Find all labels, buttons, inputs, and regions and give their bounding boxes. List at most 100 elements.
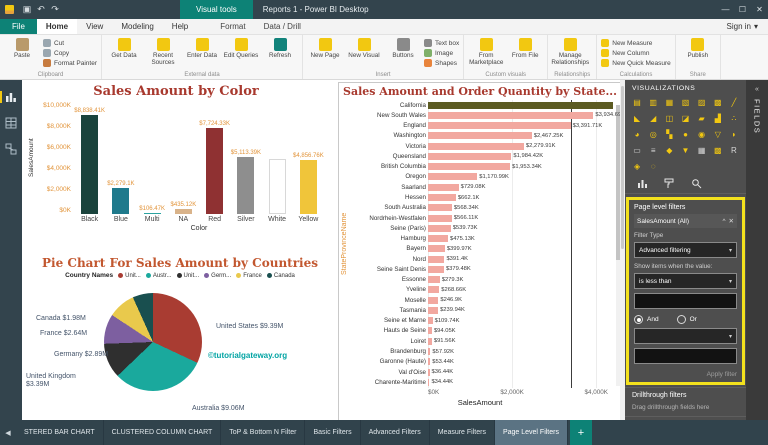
card-icon[interactable]: ▭ [629,143,645,158]
ribbon-get-data-button[interactable]: Get Data [106,37,142,59]
canvas-scrollbar[interactable] [620,80,625,420]
ribbon-from-marketplace-button[interactable]: From Marketplace [468,37,504,66]
canvas-scrollbar-thumb[interactable] [621,86,624,250]
bar-chart-visual[interactable]: Sales Amount and Order Quantity by State… [338,82,620,420]
bar-row-seine-paris[interactable]: Seine (Paris) $539.73K [352,223,613,233]
100-stacked-bar-chart-icon[interactable]: ▨ [694,95,710,110]
ribbon-copy-button[interactable]: Copy [43,49,97,57]
menu-item-data-drill[interactable]: Data / Drill [255,19,310,34]
visual-tools-tab[interactable]: Visual tools [180,0,253,19]
minimize-button[interactable]: — [717,0,734,19]
ribbon-text-box-button[interactable]: Text box [424,39,459,47]
bar-row-bayern[interactable]: Bayern $399.97K [352,244,613,254]
bar-row-essonne[interactable]: Essonne $279.3K [352,275,613,285]
ribbon-format-painter-button[interactable]: Format Painter [43,59,97,67]
menu-item-help[interactable]: Help [163,19,197,34]
column-chart-visual[interactable]: Sales Amount by Color SalesAmount $10,00… [28,84,324,254]
report-page[interactable]: Sales Amount by Color SalesAmount $10,00… [22,80,620,420]
stacked-bar-chart-icon[interactable]: ▤ [629,95,645,110]
page-tab-stered-bar-chart[interactable]: STERED BAR CHART [16,420,104,445]
column-bar-blue[interactable]: $2,279.1K [105,102,136,214]
maximize-button[interactable]: ☐ [734,0,751,19]
funnel-chart-icon[interactable]: ▽ [710,127,726,142]
scroll-tabs-left-icon[interactable]: ◀ [0,420,16,445]
menu-item-view[interactable]: View [77,19,112,34]
expand-fields-icon[interactable]: « [755,86,759,93]
legend-item-canada[interactable]: Canada [266,273,295,279]
donut-chart-icon[interactable]: ◎ [645,127,661,142]
sign-in-button[interactable]: Sign in ▾ [727,19,768,34]
multi-row-card-icon[interactable]: ≡ [645,143,661,158]
file-menu-button[interactable]: File [0,19,37,34]
bar-row-brandenburg[interactable]: Brandenburg $57.92K [352,346,613,356]
condition2-value-input[interactable] [634,348,737,364]
bar-row-tasmania[interactable]: Tasmania $239.94K [352,305,613,315]
bar-row-south-australia[interactable]: South Australia $568.34K [352,203,613,213]
scatter-chart-icon[interactable]: ∴ [726,111,742,126]
ribbon-image-button[interactable]: Image [424,49,459,57]
legend-item-france[interactable]: France [236,273,262,279]
bar-row-seine-saint-denis[interactable]: Seine Saint Denis $379.48K [352,264,613,274]
table-icon[interactable]: ▦ [694,143,710,158]
legend-item-unit[interactable]: Unit... [118,273,141,279]
condition2-select[interactable]: ▾ [634,328,737,344]
ribbon-refresh-button[interactable]: Refresh [262,37,298,59]
custom-visual-icon[interactable]: ◈ [629,159,645,174]
apply-filter-button[interactable]: Apply filter [634,367,737,378]
bar-row-victoria[interactable]: Victoria $2,279.91K [352,141,613,151]
redo-icon[interactable]: ↷ [48,4,62,15]
ribbon-buttons-button[interactable]: Buttons [385,37,421,59]
remove-filter-icon[interactable]: ✕ [729,217,734,225]
bar-row-nordrhein-westfalen[interactable]: Nordrhein-Westfalen $566.11K [352,213,613,223]
condition-select[interactable]: is less than ▾ [634,273,737,289]
page-tab-page-level-filters[interactable]: Page Level Filters [494,420,568,445]
bar-row-hessen[interactable]: Hessen $662.1K [352,192,613,202]
column-bar-yellow[interactable]: $4,856.76K [293,102,324,214]
filter-field-chip[interactable]: SalesAmount (All) ^ ✕ [634,214,737,228]
pie[interactable] [104,293,202,391]
and-radio[interactable] [634,315,643,324]
treemap-icon[interactable]: ▚ [661,127,677,142]
menu-item-home[interactable]: Home [36,19,78,34]
ribbon-publish-button[interactable]: Publish [680,37,716,59]
ribbon-edit-queries-button[interactable]: Edit Queries [223,37,259,59]
page-tab-clustered-column-chart[interactable]: CLUSTERED COLUMN CHART [104,420,222,445]
line-stacked-column-chart-icon[interactable]: ◫ [661,111,677,126]
map-icon[interactable]: ● [677,127,693,142]
area-chart-icon[interactable]: ◣ [629,111,645,126]
new-page-button[interactable]: + [569,420,592,445]
column-bar-white[interactable] [262,102,293,214]
line-chart-icon[interactable]: ╱ [726,95,742,110]
bar-row-hamburg[interactable]: Hamburg $475.13K [352,233,613,243]
save-icon[interactable]: ▣ [20,4,34,15]
bar-row-seine-et-marne[interactable]: Seine et Marne $109.74K [352,316,613,326]
line-clustered-column-chart-icon[interactable]: ◪ [677,111,693,126]
bar-row-garonne-haute[interactable]: Garonne (Haute) $53.44K [352,357,613,367]
bar-row-washington[interactable]: Washington $2,467.25K [352,131,613,141]
waterfall-chart-icon[interactable]: ▟ [710,111,726,126]
menu-item-modeling[interactable]: Modeling [112,19,162,34]
drillthrough-filters-title[interactable]: Drillthrough filters [625,387,746,401]
filled-map-icon[interactable]: ◉ [694,127,710,142]
stacked-area-chart-icon[interactable]: ◢ [645,111,661,126]
or-radio[interactable] [676,315,686,324]
condition-value-input[interactable] [634,293,737,309]
bar-row-moselle[interactable]: Moselle $246.9K [352,295,613,305]
ribbon-shapes-button[interactable]: Shapes [424,59,459,67]
legend-item-austr[interactable]: Austr... [145,273,172,279]
ribbon-new-quick-measure-button[interactable]: New Quick Measure [601,59,671,67]
fields-tab-icon[interactable] [637,178,648,189]
drillthrough-drop-area[interactable]: Drag drillthrough fields here [625,401,746,416]
column-bar-multi[interactable]: $106.47K [137,102,168,214]
ribbon-paste-button[interactable]: Paste [4,37,40,59]
undo-icon[interactable]: ↶ [34,4,48,15]
column-bar-red[interactable]: $7,724.33K [199,102,230,214]
ribbon-enter-data-button[interactable]: Enter Data [184,37,220,59]
bar-row-yveline[interactable]: Yveline $268.66K [352,285,613,295]
gauge-icon[interactable]: ◗ [726,127,742,142]
close-button[interactable]: ✕ [751,0,768,19]
clustered-bar-chart-icon[interactable]: ▦ [661,95,677,110]
report-view-icon[interactable] [0,90,19,104]
legend-item-unit[interactable]: Unit... [176,273,199,279]
ribbon-manage-relationships-button[interactable]: Manage Relationships [551,37,589,66]
